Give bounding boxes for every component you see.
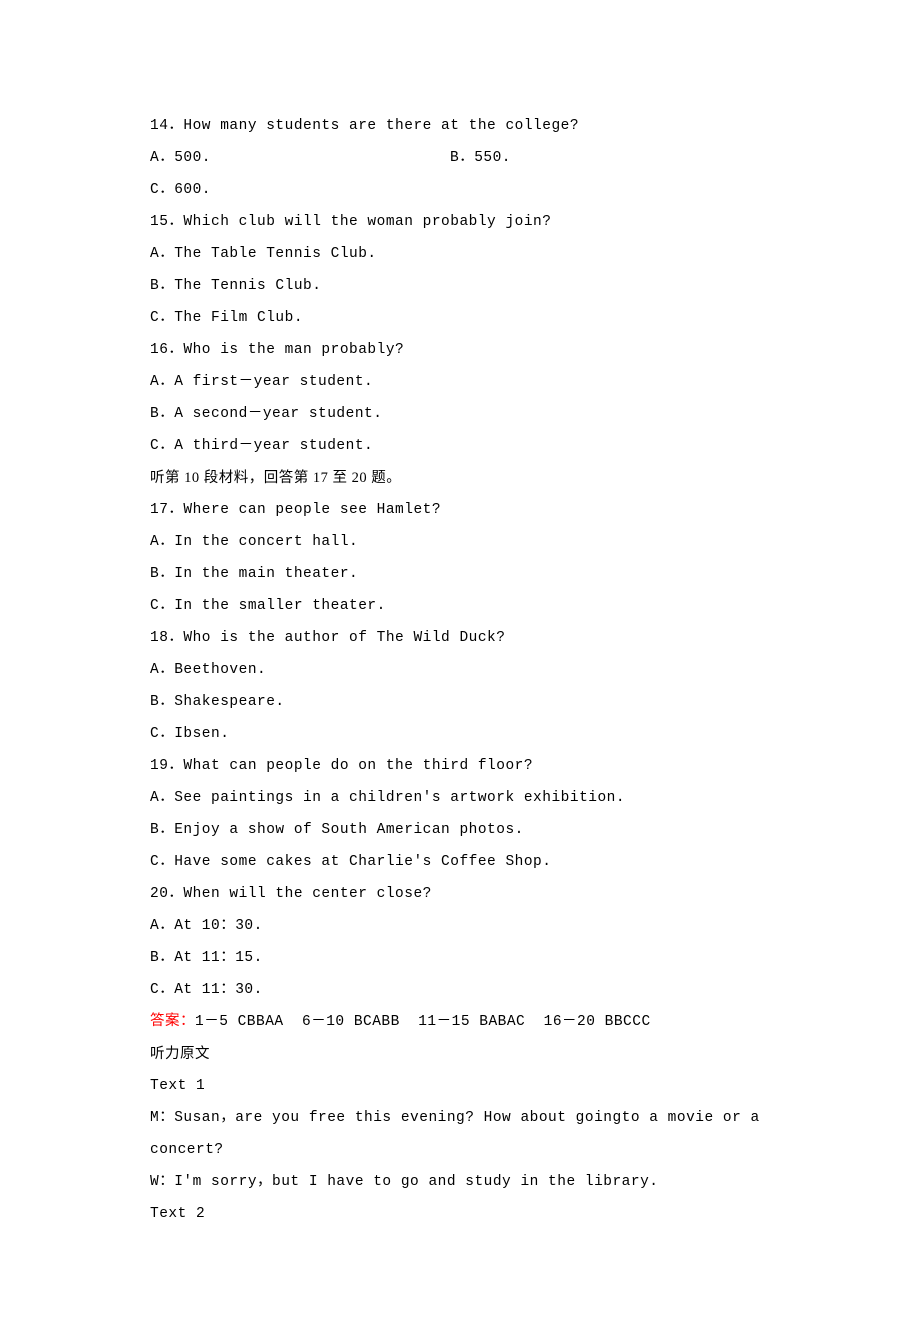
- q19-option-a: A．See paintings in a children's artwork …: [150, 782, 770, 814]
- q18-text: 18．Who is the author of The Wild Duck?: [150, 622, 770, 654]
- q18-option-b: B．Shakespeare.: [150, 686, 770, 718]
- answers-prefix: 答案：: [150, 1014, 195, 1030]
- q17-option-a: A．In the concert hall.: [150, 526, 770, 558]
- q15-option-c: C．The Film Club.: [150, 302, 770, 334]
- q14-option-b: B．550.: [450, 142, 511, 174]
- q15-option-b: B．The Tennis Club.: [150, 270, 770, 302]
- q17-option-c: C．In the smaller theater.: [150, 590, 770, 622]
- q16-option-b: B．A second－year student.: [150, 398, 770, 430]
- q19-option-b: B．Enjoy a show of South American photos.: [150, 814, 770, 846]
- text1-m: M：Susan，are you free this evening? How a…: [150, 1102, 770, 1166]
- q17-text: 17．Where can people see Hamlet?: [150, 494, 770, 526]
- text1-label: Text 1: [150, 1070, 770, 1102]
- text1-w: W：I'm sorry，but I have to go and study i…: [150, 1166, 770, 1198]
- q18-option-c: C．Ibsen.: [150, 718, 770, 750]
- q19-text: 19．What can people do on the third floor…: [150, 750, 770, 782]
- answers-body: 1－5 CBBAA 6－10 BCABB 11－15 BABAC 16－20 B…: [195, 1014, 651, 1030]
- text2-label: Text 2: [150, 1198, 770, 1230]
- q15-text: 15．Which club will the woman probably jo…: [150, 206, 770, 238]
- q16-option-c: C．A third－year student.: [150, 430, 770, 462]
- q16-option-a: A．A first－year student.: [150, 366, 770, 398]
- q18-option-a: A．Beethoven.: [150, 654, 770, 686]
- instruction-section-10: 听第 10 段材料，回答第 17 至 20 题。: [150, 462, 770, 494]
- answers-line: 答案：1－5 CBBAA 6－10 BCABB 11－15 BABAC 16－2…: [150, 1006, 770, 1038]
- q14-option-a: A．500.: [150, 142, 450, 174]
- transcript-header: 听力原文: [150, 1038, 770, 1070]
- q17-option-b: B．In the main theater.: [150, 558, 770, 590]
- q19-option-c: C．Have some cakes at Charlie's Coffee Sh…: [150, 846, 770, 878]
- q20-text: 20．When will the center close?: [150, 878, 770, 910]
- q14-option-c: C．600.: [150, 174, 770, 206]
- q16-text: 16．Who is the man probably?: [150, 334, 770, 366]
- q15-option-a: A．The Table Tennis Club.: [150, 238, 770, 270]
- q20-option-a: A．At 10：30.: [150, 910, 770, 942]
- q20-option-c: C．At 11：30.: [150, 974, 770, 1006]
- q20-option-b: B．At 11：15.: [150, 942, 770, 974]
- q14-text: 14．How many students are there at the co…: [150, 110, 770, 142]
